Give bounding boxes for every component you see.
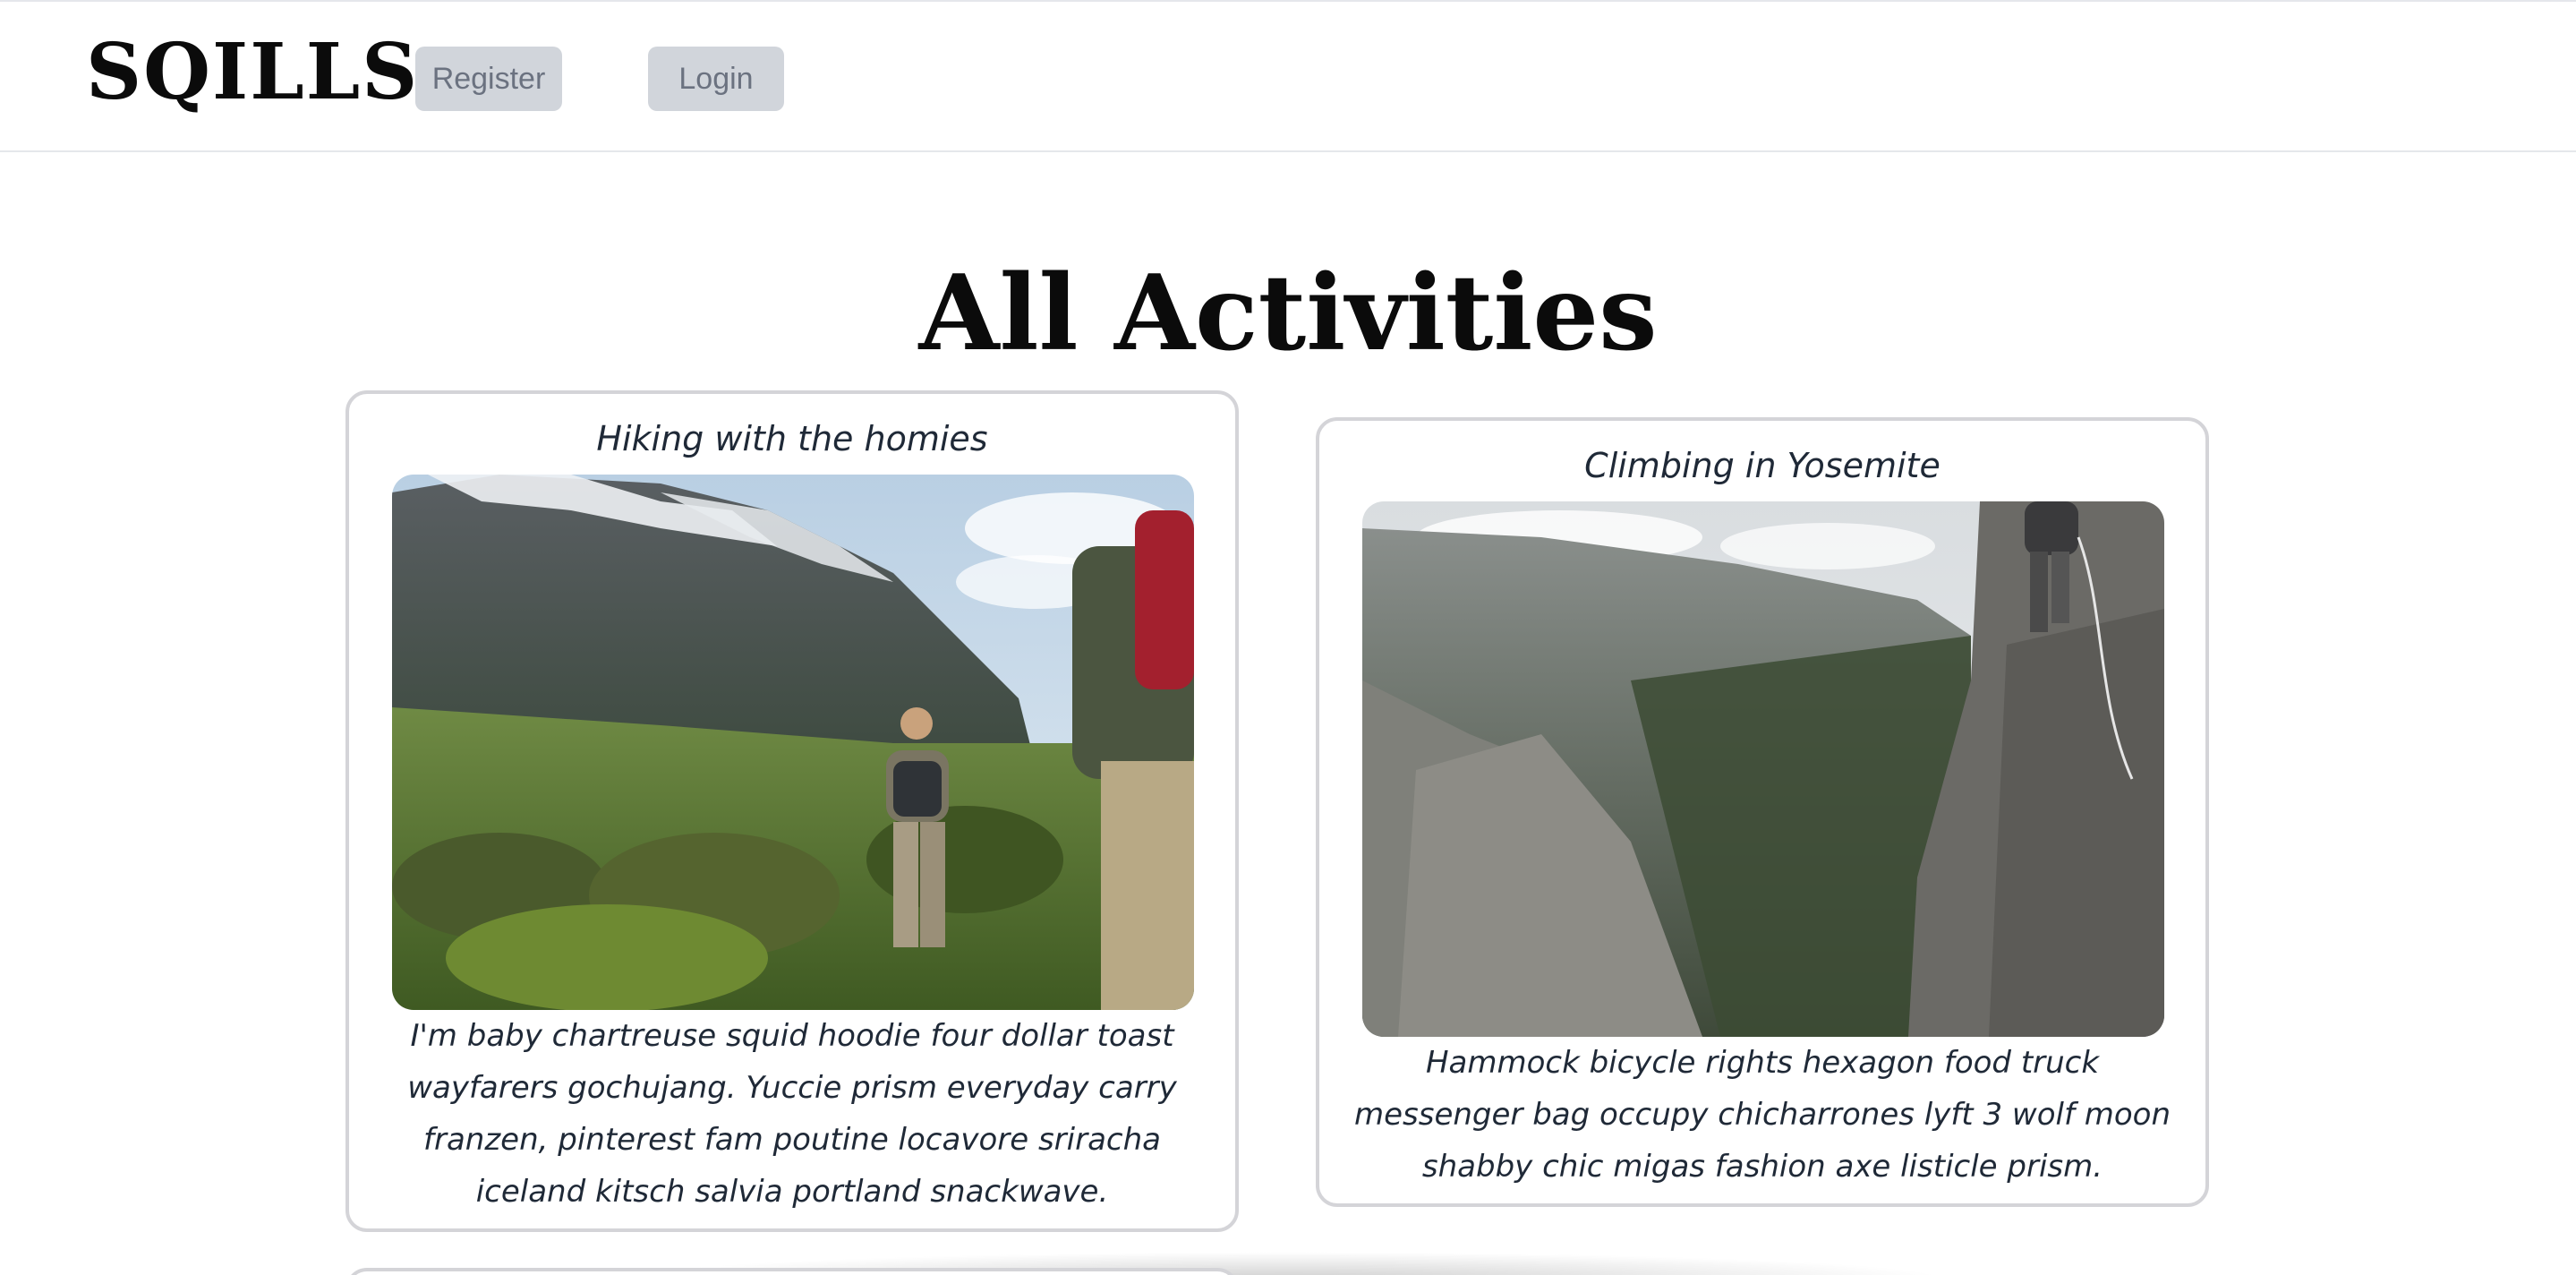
activity-card[interactable]: Climbing in Yosemite Hammock bicycle rig… [1316,417,2209,1207]
top-navbar: SQILLS Register Login [0,0,2576,152]
register-button[interactable]: Register [415,47,562,111]
page-title: All Activities [918,252,1658,374]
activity-description: I'm baby chartreuse squid hoodie four do… [407,1018,1177,1210]
activity-title[interactable]: Hiking with the homies [349,414,1235,464]
site-logo[interactable]: SQILLS [86,23,419,122]
page: SQILLS Register Login All Activities Hik… [0,0,2576,1275]
hiking-photo [392,475,1194,1010]
login-button[interactable]: Login [648,47,784,111]
activity-description: Hammock bicycle rights hexagon food truc… [1353,1045,2171,1185]
activity-card[interactable] [345,1268,1239,1275]
activity-image[interactable] [1362,501,2164,1037]
activity-title[interactable]: Climbing in Yosemite [1319,441,2205,491]
climbing-photo [1362,501,2164,1037]
activity-image[interactable] [392,475,1194,1010]
activity-card[interactable]: Hiking with the homies I'm baby chartreu… [345,390,1239,1232]
